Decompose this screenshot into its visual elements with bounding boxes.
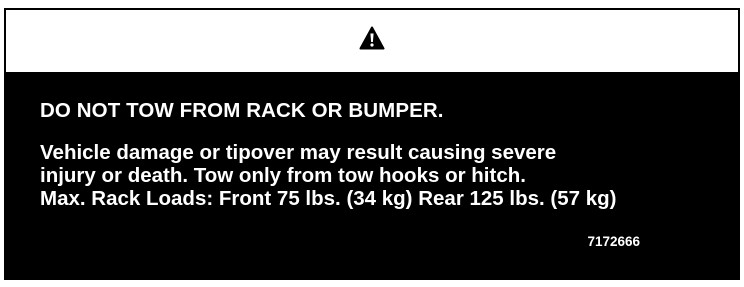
warning-header <box>6 10 738 72</box>
warning-line-1: Vehicle damage or tipover may result cau… <box>40 141 557 164</box>
warning-label: DO NOT TOW FROM RACK OR BUMPER. Vehicle … <box>4 8 740 280</box>
warning-line-3: Max. Rack Loads: Front 75 lbs. (34 kg) R… <box>40 187 617 210</box>
warning-line-2: injury or death. Tow only from tow hooks… <box>40 164 526 187</box>
warning-body: Vehicle damage or tipover may result cau… <box>40 141 718 210</box>
warning-triangle-icon <box>359 26 385 50</box>
warning-headline: DO NOT TOW FROM RACK OR BUMPER. <box>40 99 444 122</box>
part-number: 7172666 <box>587 234 640 249</box>
